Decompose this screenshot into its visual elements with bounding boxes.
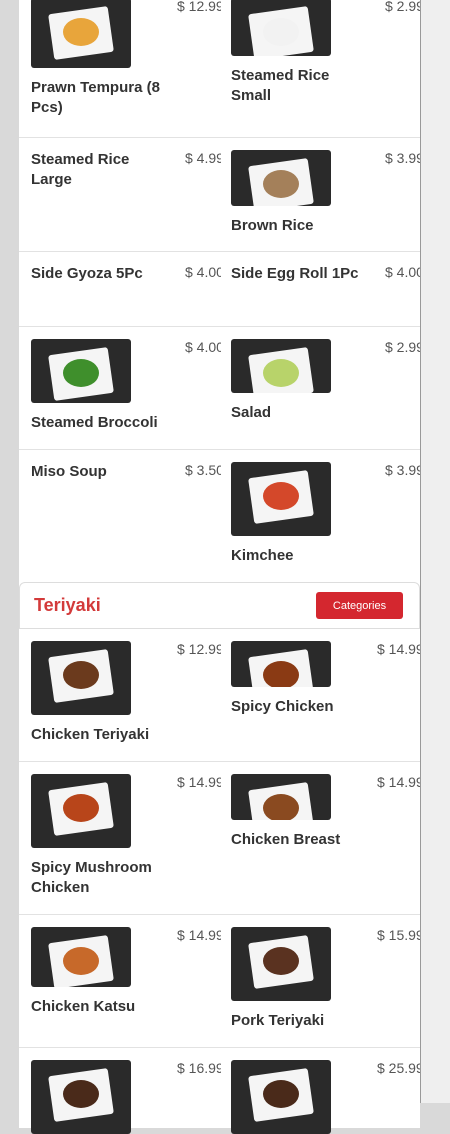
item-name: Kimchee (231, 547, 294, 564)
item-name: Spicy Chicken (231, 698, 334, 715)
item-price: $ 14.99 (377, 641, 420, 657)
item-name: Brown Rice (231, 217, 314, 234)
menu-item[interactable]: $ 25.99 (219, 1060, 420, 1134)
menu-item[interactable]: Spicy Mushroom Chicken $ 14.99 (19, 774, 221, 902)
item-price: $ 14.99 (177, 774, 221, 790)
food-image (31, 0, 131, 68)
item-price: $ 3.99 (385, 462, 420, 478)
food-image (231, 1060, 331, 1134)
food-image (231, 927, 331, 1001)
item-price: $ 3.99 (385, 150, 420, 166)
item-price: $ 4.99 (185, 150, 221, 166)
menu-item[interactable]: Chicken Katsu $ 14.99 (19, 927, 221, 1035)
item-price: $ 14.99 (177, 927, 221, 943)
item-name: Miso Soup (31, 463, 107, 480)
menu-item[interactable]: Spicy Chicken $ 14.99 (219, 641, 420, 749)
item-price: $ 4.00 (185, 264, 221, 280)
menu-row: Chicken Teriyaki $ 12.99 Spicy Chicken $… (19, 629, 420, 762)
item-name: Chicken Breast (231, 831, 341, 848)
item-name: Side Egg Roll 1Pc (231, 265, 359, 282)
food-image (31, 774, 131, 848)
food-image (31, 339, 131, 403)
menu-row: Spicy Mushroom Chicken $ 14.99 Chicken B… (19, 762, 420, 915)
menu-item[interactable]: Salad $ 2.99 (219, 339, 420, 437)
menu-item[interactable]: Pork Teriyaki $ 15.99 (219, 927, 420, 1035)
menu-item[interactable]: Kimchee $ 3.99 (219, 462, 420, 570)
food-image (231, 462, 331, 536)
food-image (31, 927, 131, 987)
item-name: Chicken Katsu (31, 998, 136, 1015)
item-price: $ 25.99 (377, 1060, 420, 1076)
item-price: $ 4.00 (385, 264, 420, 280)
menu-list: Prawn Tempura (8 Pcs) $ 12.99 Steamed Ri… (19, 0, 420, 1134)
item-price: $ 2.99 (385, 0, 420, 14)
menu-item[interactable]: Side Gyoza 5Pc $ 4.00 (19, 264, 221, 314)
menu-item[interactable]: Miso Soup $ 3.50 (19, 462, 221, 570)
menu-item[interactable]: Chicken Teriyaki $ 12.99 (19, 641, 221, 749)
menu-row: Prawn Tempura (8 Pcs) $ 12.99 Steamed Ri… (19, 0, 420, 138)
food-image (231, 150, 331, 206)
item-name: Steamed Rice Large (31, 151, 130, 188)
menu-item[interactable]: Chicken Breast $ 14.99 (219, 774, 420, 902)
menu-row: Steamed Broccoli $ 4.00 Salad $ 2.99 (19, 327, 420, 450)
food-image (31, 641, 131, 715)
menu-row: Side Gyoza 5Pc $ 4.00 Side Egg Roll 1Pc … (19, 252, 420, 327)
item-price: $ 16.99 (177, 1060, 221, 1076)
category-title: Teriyaki (34, 595, 101, 615)
page-scrollbar-track[interactable] (420, 0, 450, 1103)
menu-row: Miso Soup $ 3.50 Kimchee $ 3.99 (19, 450, 420, 582)
menu-item[interactable]: $ 16.99 (19, 1060, 221, 1134)
menu-row: Steamed Rice Large $ 4.99 Brown Rice $ 3… (19, 138, 420, 252)
menu-item[interactable]: Prawn Tempura (8 Pcs) $ 12.99 (19, 0, 221, 125)
menu-item[interactable]: Steamed Broccoli $ 4.00 (19, 339, 221, 437)
food-image (231, 339, 331, 393)
item-name: Pork Teriyaki (231, 1012, 325, 1029)
food-image (231, 0, 331, 56)
item-name: Spicy Mushroom Chicken (31, 859, 152, 896)
food-image (231, 641, 331, 687)
item-price: $ 4.00 (185, 339, 221, 355)
category-header: Teriyaki Categories (19, 582, 420, 629)
menu-item[interactable]: Brown Rice $ 3.99 (219, 150, 420, 239)
item-price: $ 14.99 (377, 774, 420, 790)
item-name: Prawn Tempura (8 Pcs) (31, 79, 160, 116)
item-name: Steamed Broccoli (31, 414, 158, 431)
item-price: $ 3.50 (185, 462, 221, 478)
item-price: $ 2.99 (385, 339, 420, 355)
food-image (31, 1060, 131, 1134)
item-name: Side Gyoza 5Pc (31, 265, 143, 282)
item-name: Steamed Rice Small (231, 67, 330, 104)
menu-row: $ 16.99 $ 25.99 (19, 1048, 420, 1134)
menu-item[interactable]: Steamed Rice Small $ 2.99 (219, 0, 420, 125)
item-price: $ 15.99 (377, 927, 420, 943)
food-image (231, 774, 331, 820)
item-name: Chicken Teriyaki (31, 726, 150, 743)
item-price: $ 12.99 (177, 0, 221, 14)
categories-button[interactable]: Categories (316, 592, 403, 619)
menu-item[interactable]: Steamed Rice Large $ 4.99 (19, 150, 221, 239)
menu-row: Chicken Katsu $ 14.99 Pork Teriyaki $ 15… (19, 915, 420, 1048)
item-price: $ 12.99 (177, 641, 221, 657)
item-name: Salad (231, 404, 272, 421)
menu-item[interactable]: Side Egg Roll 1Pc $ 4.00 (219, 264, 420, 314)
